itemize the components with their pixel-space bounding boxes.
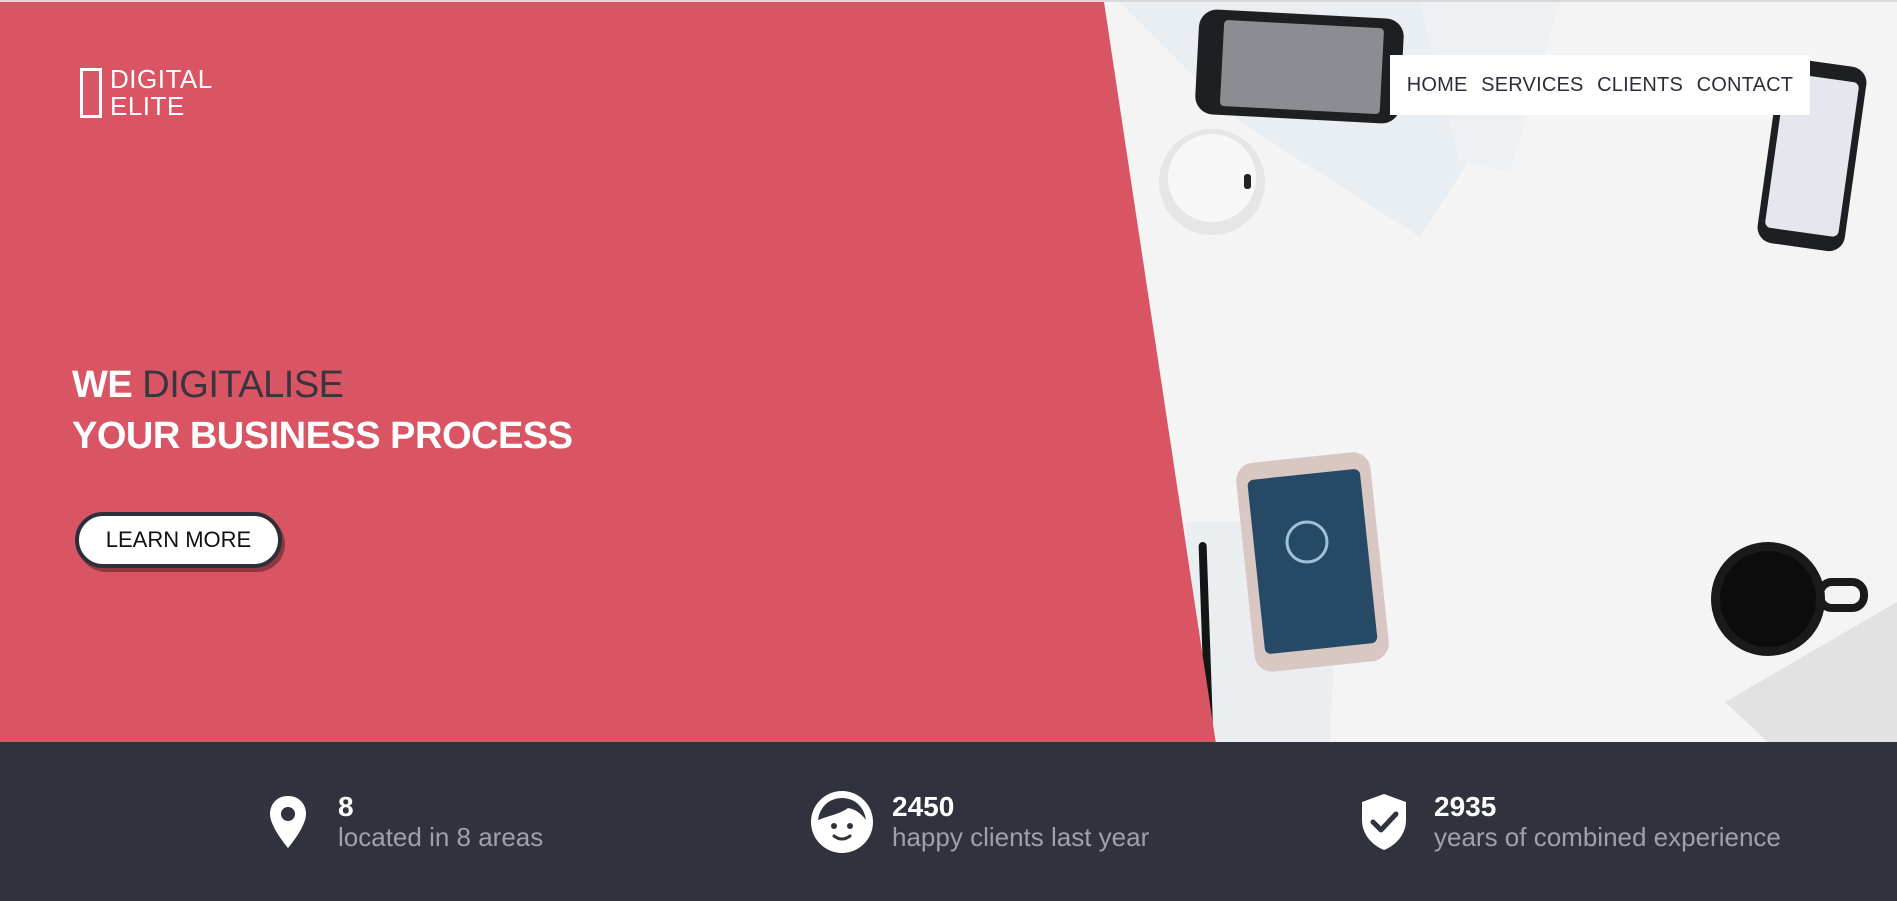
stat-locations-text: 8 located in 8 areas (338, 791, 544, 853)
nav-item-clients[interactable]: CLIENTS (1597, 74, 1683, 97)
learn-more-button[interactable]: LEARN MORE (75, 512, 282, 568)
nav-item-contact[interactable]: CONTACT (1697, 74, 1794, 97)
shield-check-icon (1352, 790, 1416, 854)
nav-item-services[interactable]: SERVICES (1481, 74, 1583, 97)
logo-mark-icon (80, 68, 102, 118)
stat-experience-text: 2935 years of combined experience (1434, 791, 1781, 853)
hero-section: DIGITAL ELITE HOME SERVICES CLIENTS CONT… (0, 0, 1897, 742)
main-nav: HOME SERVICES CLIENTS CONTACT (1390, 55, 1810, 115)
map-pin-icon (256, 790, 320, 854)
brand-name-line1: DIGITAL (110, 64, 213, 94)
stat-number: 2450 (892, 791, 955, 822)
stat-number: 8 (338, 791, 354, 822)
brand-name: DIGITAL ELITE (110, 66, 213, 120)
stat-label: located in 8 areas (338, 822, 544, 852)
stat-number: 2935 (1434, 791, 1497, 822)
nav-item-home[interactable]: HOME (1407, 74, 1468, 97)
stat-clients-text: 2450 happy clients last year (892, 791, 1150, 853)
stat-clients: 2450 happy clients last year (810, 790, 1149, 854)
stat-label: happy clients last year (892, 822, 1150, 852)
stat-label: years of combined experience (1434, 822, 1781, 852)
brand-logo[interactable]: DIGITAL ELITE (80, 66, 213, 120)
stat-locations: 8 located in 8 areas (256, 790, 543, 854)
headline-accent: DIGITALISE (142, 364, 344, 406)
headline-prefix: WE (72, 364, 133, 406)
stats-band: 8 located in 8 areas 2450 happy clients … (0, 742, 1897, 901)
smiley-face-icon (810, 790, 874, 854)
headline-line1: WE DIGITALISE (72, 360, 573, 411)
headline-line2: YOUR BUSINESS PROCESS (72, 415, 573, 457)
brand-name-line2: ELITE (110, 91, 185, 121)
hero-headline: WE DIGITALISE YOUR BUSINESS PROCESS (72, 360, 573, 462)
stat-experience: 2935 years of combined experience (1352, 790, 1781, 854)
